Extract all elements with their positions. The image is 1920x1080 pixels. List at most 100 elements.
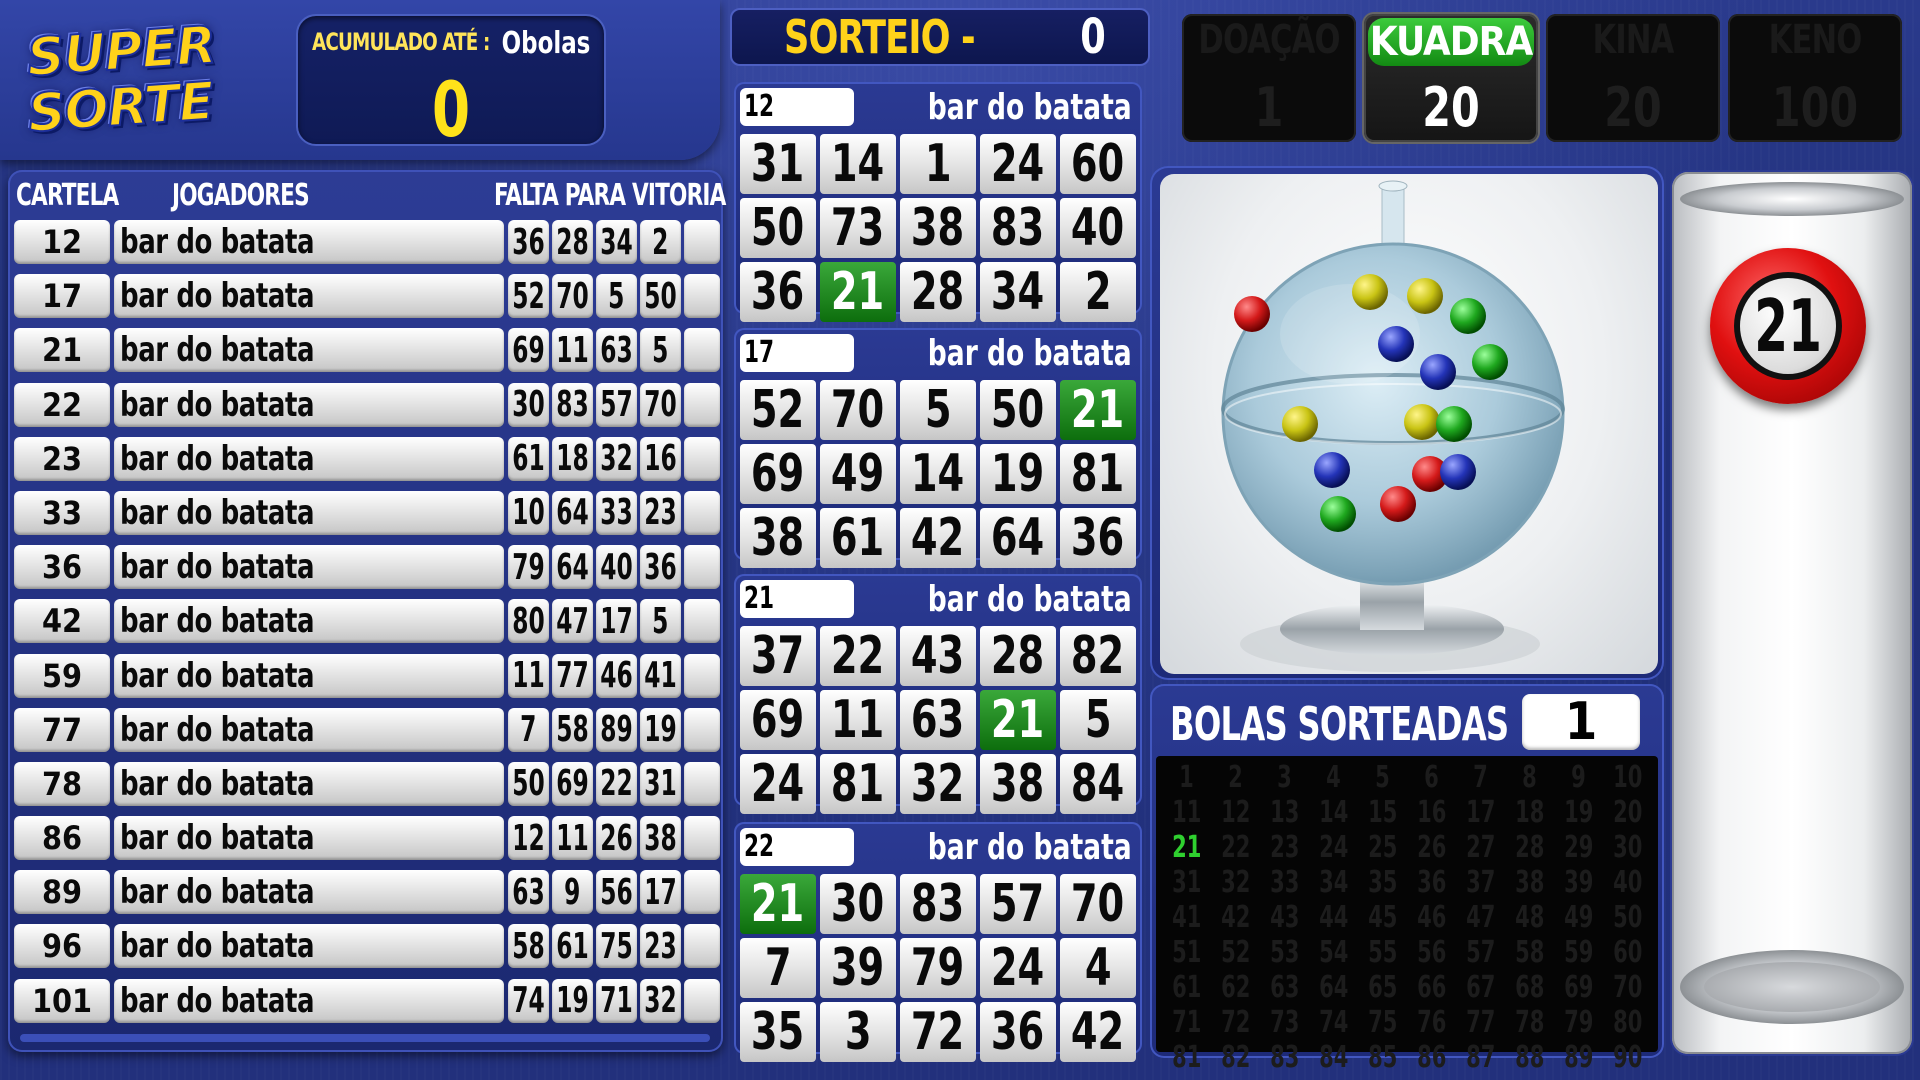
table-row[interactable]: 42 bar do batata 80 47 17 5 — [14, 599, 720, 644]
missing-number-label: 50 — [644, 275, 677, 317]
board-number: 50 — [1603, 900, 1652, 935]
player-name-cell: bar do batata — [114, 328, 504, 373]
prize-label: KENO — [1768, 17, 1863, 63]
table-row[interactable]: 96 bar do batata 58 61 75 23 — [14, 924, 720, 969]
missing-number-label: 11 — [556, 817, 589, 859]
player-name-cell: bar do batata — [114, 870, 504, 915]
board-number: 64 — [1309, 970, 1358, 1005]
card-number: 63 — [911, 690, 965, 750]
board-number: 12 — [1211, 795, 1260, 830]
card-cell-marked: 21 — [1060, 380, 1136, 440]
card-number: 61 — [831, 508, 885, 568]
card-cell: 63 — [900, 690, 976, 750]
board-number: 15 — [1358, 795, 1407, 830]
player-name-cell: bar do batata — [114, 436, 504, 481]
draw-value: 0 — [1080, 9, 1106, 65]
card-number: 19 — [991, 444, 1045, 504]
board-number: 80 — [1603, 1005, 1652, 1040]
table-row[interactable]: 77 bar do batata 7 58 89 19 — [14, 707, 720, 752]
player-name: bar do batata — [120, 547, 315, 588]
board-number: 24 — [1309, 830, 1358, 865]
card-cell: 30 — [820, 874, 896, 934]
table-row[interactable]: 12 bar do batata 36 28 34 2 — [14, 220, 720, 264]
card-number: 84 — [1071, 754, 1125, 814]
board-number: 86 — [1407, 1040, 1456, 1075]
table-row[interactable]: 17 bar do batata 52 70 5 50 — [14, 274, 720, 319]
table-row[interactable]: 33 bar do batata 10 64 33 23 — [14, 490, 720, 535]
board-number-label: 89 — [1563, 1040, 1594, 1075]
missing-number: 57 — [596, 382, 637, 427]
globe-ball-red — [1234, 296, 1270, 332]
player-name: bar do batata — [120, 763, 315, 804]
player-name-cell: bar do batata — [114, 978, 504, 1023]
board-number: 63 — [1260, 970, 1309, 1005]
board-number-label: 75 — [1367, 1005, 1398, 1040]
card-number: 81 — [831, 754, 885, 814]
board-number: 69 — [1554, 970, 1603, 1005]
board-number-label: 2 — [1228, 760, 1243, 795]
table-row[interactable]: 59 bar do batata 11 77 46 41 — [14, 653, 720, 698]
card-cell: 61 — [820, 508, 896, 568]
status-cell — [684, 545, 720, 590]
table-row[interactable]: 21 bar do batata 69 11 63 5 — [14, 328, 720, 373]
player-name: bar do batata — [120, 276, 315, 317]
board-number-label: 45 — [1367, 900, 1398, 935]
card-cell-marked: 21 — [820, 262, 896, 322]
board-number-label: 39 — [1563, 865, 1594, 900]
prize-label: DOAÇÃO — [1198, 17, 1340, 63]
board-number-label: 50 — [1612, 900, 1643, 935]
card-number: 21 — [831, 262, 885, 322]
table-row[interactable]: 22 bar do batata 30 83 57 70 — [14, 382, 720, 427]
board-number-label: 20 — [1612, 795, 1643, 830]
card-cell: 84 — [1060, 754, 1136, 814]
player-name-cell: bar do batata — [114, 490, 504, 535]
missing-number-label: 63 — [512, 871, 545, 913]
board-number-label: 85 — [1367, 1040, 1398, 1075]
card-number: 69 — [751, 444, 805, 504]
card-number: 81 — [1071, 444, 1125, 504]
drawn-balls-count: 1 — [1522, 694, 1640, 750]
board-number: 49 — [1554, 900, 1603, 935]
board-number: 13 — [1260, 795, 1309, 830]
table-row[interactable]: 89 bar do batata 63 9 56 17 — [14, 870, 720, 915]
card-owner: bar do batata — [928, 333, 1132, 374]
board-number: 16 — [1407, 795, 1456, 830]
board-number: 78 — [1505, 1005, 1554, 1040]
card-cell: 57 — [980, 874, 1056, 934]
board-number: 79 — [1554, 1005, 1603, 1040]
missing-number: 5 — [640, 328, 681, 373]
card-number: 38 — [991, 754, 1045, 814]
globe-panel — [1150, 166, 1664, 680]
board-number: 20 — [1603, 795, 1652, 830]
card-id-box: 22 — [740, 828, 854, 866]
missing-number-label: 70 — [644, 384, 677, 426]
board-number: 73 — [1260, 1005, 1309, 1040]
card-cell: 70 — [820, 380, 896, 440]
table-row[interactable]: 36 bar do batata 79 64 40 36 — [14, 545, 720, 590]
missing-number-label: 61 — [556, 925, 589, 967]
table-row[interactable]: 23 bar do batata 61 18 32 16 — [14, 436, 720, 481]
table-row[interactable]: 78 bar do batata 50 69 22 31 — [14, 761, 720, 806]
card-cell: 39 — [820, 938, 896, 998]
globe-ball-blue — [1314, 452, 1350, 488]
missing-number-label: 17 — [600, 600, 633, 642]
board-number: 60 — [1603, 935, 1652, 970]
cartela-id: 21 — [14, 328, 110, 373]
board-number-label: 48 — [1514, 900, 1545, 935]
board-number: 10 — [1603, 760, 1652, 795]
missing-number-label: 23 — [644, 492, 677, 534]
board-number-label: 34 — [1318, 865, 1349, 900]
table-row[interactable]: 86 bar do batata 12 11 26 38 — [14, 816, 720, 861]
missing-number-label: 30 — [512, 384, 545, 426]
board-number: 2 — [1211, 760, 1260, 795]
missing-number: 47 — [552, 599, 593, 644]
status-cell — [684, 436, 720, 481]
players-scrollbar[interactable] — [20, 1034, 710, 1042]
card-cell: 22 — [820, 626, 896, 686]
missing-number: 18 — [552, 436, 593, 481]
board-number: 88 — [1505, 1040, 1554, 1075]
table-row[interactable]: 101 bar do batata 74 19 71 32 — [14, 978, 720, 1023]
cartela-id: 12 — [14, 220, 110, 264]
player-name: bar do batata — [120, 601, 315, 642]
tube-top-rim — [1680, 182, 1904, 216]
